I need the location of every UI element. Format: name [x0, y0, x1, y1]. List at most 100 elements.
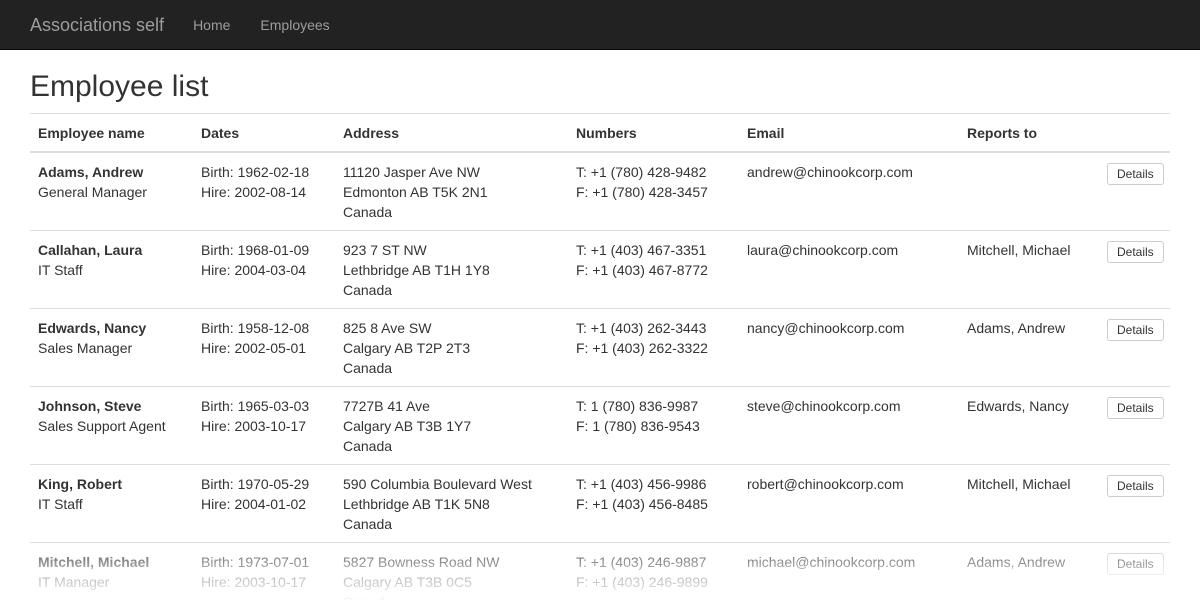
employee-name-cell: Mitchell, Michael IT Manager — [30, 542, 193, 600]
reports-to-name: Adams, Andrew — [967, 320, 1066, 336]
numbers-cell: T: +1 (780) 428-9482 F: +1 (780) 428-345… — [568, 151, 739, 231]
header-actions — [1095, 113, 1170, 153]
address-cell: 7727B 41 Ave Calgary AB T3B 1Y7 Canada — [335, 386, 568, 465]
top-navbar: Associations self Home Employees — [0, 0, 1200, 50]
reports-to-name: Adams, Andrew — [967, 554, 1066, 570]
reports-to-cell: Adams, Andrew — [959, 542, 1095, 600]
table-body: Adams, Andrew General Manager Birth: 196… — [30, 151, 1170, 600]
main-content: Employee list Employee name Dates Addres… — [30, 50, 1170, 600]
address-cell: 5827 Bowness Road NW Calgary AB T3B 0C5 … — [335, 542, 568, 600]
address-street: 7727B 41 Ave — [343, 398, 430, 414]
reports-to-cell: Mitchell, Michael — [959, 464, 1095, 543]
address-country: Canada — [343, 204, 393, 220]
dates-cell: Birth: 1965-03-03 Hire: 2003-10-17 — [193, 386, 335, 465]
numbers-cell: T: +1 (403) 467-3351 F: +1 (403) 467-877… — [568, 230, 739, 309]
details-button[interactable]: Details — [1107, 163, 1164, 185]
nav-link-employees[interactable]: Employees — [260, 15, 329, 35]
header-address: Address — [335, 113, 568, 153]
reports-to-name: Edwards, Nancy — [967, 398, 1069, 414]
employee-name-cell: Johnson, Steve Sales Support Agent — [30, 386, 193, 465]
fax-number: F: +1 (403) 262-3322 — [576, 340, 708, 356]
employee-name[interactable]: Mitchell, Michael — [38, 552, 185, 572]
address-city: Calgary AB T3B 0C5 — [343, 574, 472, 590]
address-street: 5827 Bowness Road NW — [343, 554, 500, 570]
reports-to-name: Mitchell, Michael — [967, 476, 1071, 492]
email-address: michael@chinookcorp.com — [747, 554, 916, 570]
address-street: 11120 Jasper Ave NW — [343, 164, 480, 180]
header-dates: Dates — [193, 113, 335, 153]
nav-link-home[interactable]: Home — [193, 15, 230, 35]
details-button[interactable]: Details — [1107, 241, 1164, 263]
numbers-cell: T: +1 (403) 456-9986 F: +1 (403) 456-848… — [568, 464, 739, 543]
numbers-cell: T: +1 (403) 246-9887 F: +1 (403) 246-989… — [568, 542, 739, 600]
hire-date: Hire: 2003-10-17 — [201, 574, 307, 590]
hire-date: Hire: 2003-10-17 — [201, 418, 307, 434]
address-city: Calgary AB T2P 2T3 — [343, 340, 471, 356]
table-header-row: Employee name Dates Address Numbers Emai… — [30, 113, 1170, 153]
employee-name[interactable]: Johnson, Steve — [38, 396, 185, 416]
employee-title: General Manager — [38, 184, 147, 200]
numbers-cell: T: +1 (403) 262-3443 F: +1 (403) 262-332… — [568, 308, 739, 387]
actions-cell: Details — [1095, 542, 1170, 600]
employee-title: Sales Support Agent — [38, 418, 166, 434]
address-country: Canada — [343, 360, 393, 376]
address-street: 590 Columbia Boulevard West — [343, 476, 532, 492]
hire-date: Hire: 2004-03-04 — [201, 262, 307, 278]
phone-number: T: +1 (780) 428-9482 — [576, 164, 707, 180]
table-row: Mitchell, Michael IT Manager Birth: 1973… — [30, 542, 1170, 600]
fax-number: F: +1 (780) 428-3457 — [576, 184, 708, 200]
details-button[interactable]: Details — [1107, 553, 1164, 575]
details-button[interactable]: Details — [1107, 475, 1164, 497]
actions-cell: Details — [1095, 386, 1170, 465]
phone-number: T: +1 (403) 246-9887 — [576, 554, 707, 570]
birth-date: Birth: 1968-01-09 — [201, 242, 310, 258]
dates-cell: Birth: 1958-12-08 Hire: 2002-05-01 — [193, 308, 335, 387]
actions-cell: Details — [1095, 151, 1170, 231]
email-address: andrew@chinookcorp.com — [747, 164, 913, 180]
email-cell: laura@chinookcorp.com — [739, 230, 959, 309]
address-country: Canada — [343, 282, 393, 298]
employee-name-cell: Edwards, Nancy Sales Manager — [30, 308, 193, 387]
address-cell: 11120 Jasper Ave NW Edmonton AB T5K 2N1 … — [335, 151, 568, 231]
address-country: Canada — [343, 516, 393, 532]
reports-to-name: Mitchell, Michael — [967, 242, 1071, 258]
details-button[interactable]: Details — [1107, 319, 1164, 341]
actions-cell: Details — [1095, 230, 1170, 309]
details-button[interactable]: Details — [1107, 397, 1164, 419]
email-cell: steve@chinookcorp.com — [739, 386, 959, 465]
employee-name-cell: Adams, Andrew General Manager — [30, 151, 193, 231]
address-cell: 923 7 ST NW Lethbridge AB T1H 1Y8 Canada — [335, 230, 568, 309]
birth-date: Birth: 1973-07-01 — [201, 554, 310, 570]
actions-cell: Details — [1095, 308, 1170, 387]
employee-title: Sales Manager — [38, 340, 133, 356]
employee-name[interactable]: King, Robert — [38, 474, 185, 494]
brand-link[interactable]: Associations self — [30, 15, 164, 35]
birth-date: Birth: 1958-12-08 — [201, 320, 310, 336]
address-city: Edmonton AB T5K 2N1 — [343, 184, 488, 200]
employee-name[interactable]: Callahan, Laura — [38, 240, 185, 260]
address-cell: 825 8 Ave SW Calgary AB T2P 2T3 Canada — [335, 308, 568, 387]
employee-title: IT Staff — [38, 496, 83, 512]
table-row: Edwards, Nancy Sales Manager Birth: 1958… — [30, 308, 1170, 387]
employee-name[interactable]: Adams, Andrew — [38, 162, 185, 182]
employee-table: Employee name Dates Address Numbers Emai… — [30, 113, 1170, 600]
employee-title: IT Manager — [38, 574, 110, 590]
dates-cell: Birth: 1962-02-18 Hire: 2002-08-14 — [193, 151, 335, 231]
address-country: Canada — [343, 592, 560, 600]
header-numbers: Numbers — [568, 113, 739, 153]
employee-name[interactable]: Edwards, Nancy — [38, 318, 185, 338]
table-row: Callahan, Laura IT Staff Birth: 1968-01-… — [30, 230, 1170, 309]
address-street: 825 8 Ave SW — [343, 320, 432, 336]
table-row: Adams, Andrew General Manager Birth: 196… — [30, 151, 1170, 231]
address-street: 923 7 ST NW — [343, 242, 427, 258]
fax-number: F: +1 (403) 456-8485 — [576, 496, 708, 512]
address-city: Calgary AB T3B 1Y7 — [343, 418, 472, 434]
email-cell: nancy@chinookcorp.com — [739, 308, 959, 387]
phone-number: T: +1 (403) 456-9986 — [576, 476, 707, 492]
header-reports-to: Reports to — [959, 113, 1095, 153]
table-row: Johnson, Steve Sales Support Agent Birth… — [30, 386, 1170, 465]
employee-title: IT Staff — [38, 262, 83, 278]
email-cell: michael@chinookcorp.com — [739, 542, 959, 600]
reports-to-cell: Edwards, Nancy — [959, 386, 1095, 465]
hire-date: Hire: 2004-01-02 — [201, 496, 307, 512]
